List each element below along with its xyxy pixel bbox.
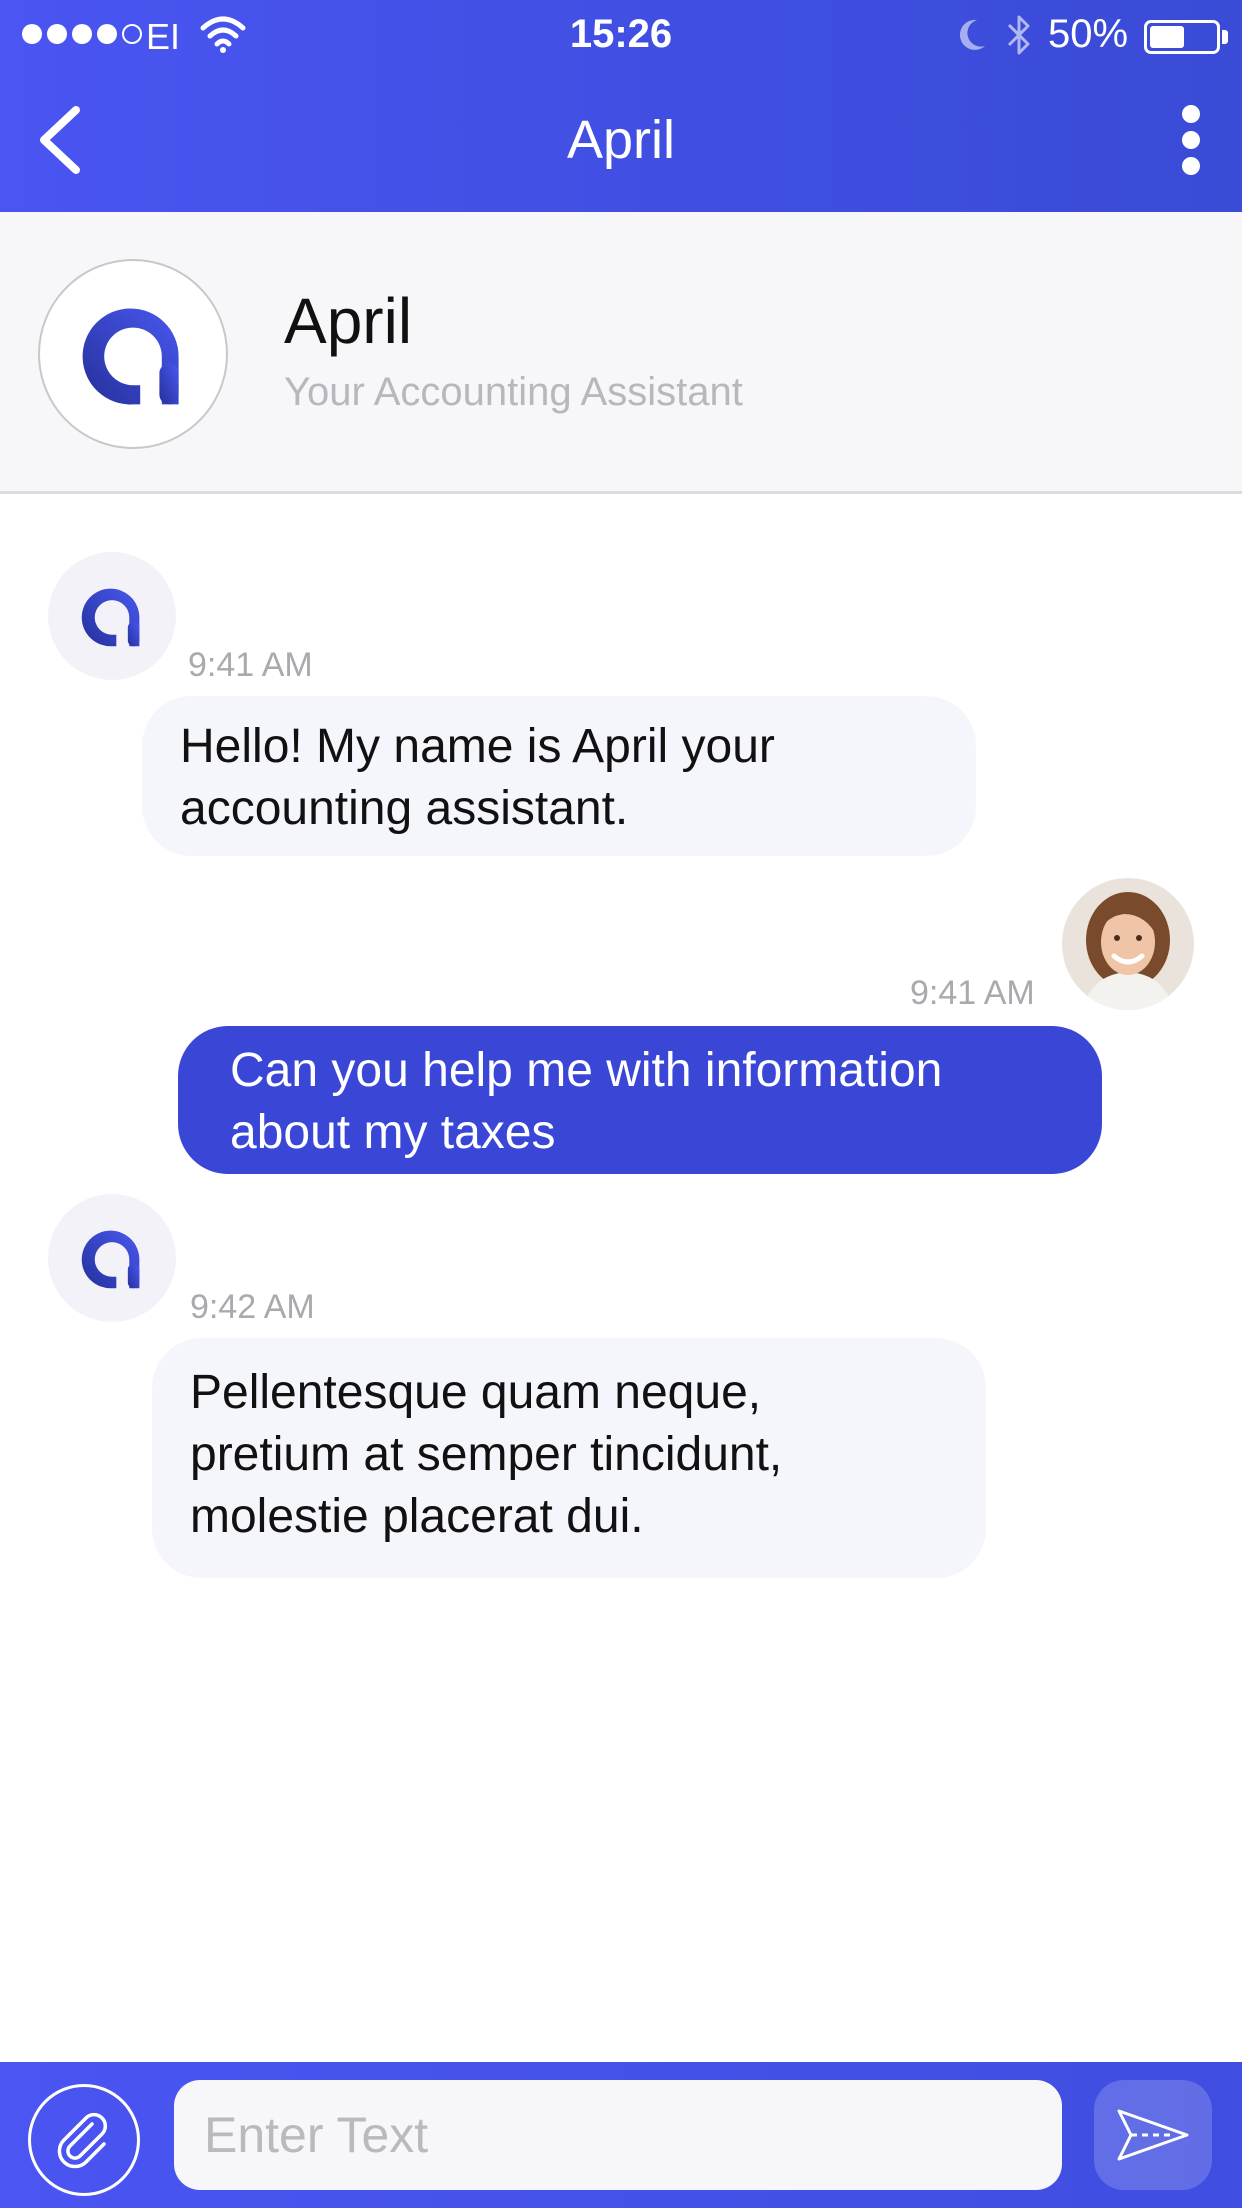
contact-profile: April Your Accounting Assistant [0,212,1242,494]
message-line: accounting assistant. [180,782,629,835]
paperclip-icon [57,2112,108,2169]
april-avatar [38,259,228,449]
send-icon [1117,2109,1189,2161]
incoming-message-bubble[interactable]: Hello! My name is April your accounting … [142,696,976,856]
april-logo-icon [81,588,140,647]
battery-tip [1222,30,1228,44]
more-options-button[interactable] [1164,100,1218,180]
message-time: 9:41 AM [188,646,313,684]
vertical-ellipsis-icon [1182,105,1200,175]
message-time: 9:41 AM [910,974,1035,1012]
app-header: EI 15:26 50% April [0,0,1242,212]
april-logo-icon [82,308,179,405]
message-time: 9:42 AM [190,1288,315,1326]
outgoing-message-bubble[interactable]: Can you help me with information about m… [178,1026,1102,1174]
send-button[interactable] [1094,2080,1212,2190]
user-avatar [1062,878,1194,1010]
message-line: Can you help me with information [230,1044,943,1097]
nav-title: April [566,110,676,170]
bot-avatar [48,552,176,680]
april-logo-icon [81,1230,140,1289]
contact-subtitle: Your Accounting Assistant [284,370,743,414]
incoming-message-bubble[interactable]: Pellentesque quam neque, pretium at semp… [152,1338,986,1578]
message-line: Pellentesque quam neque, [190,1366,762,1419]
moon-icon [959,19,985,50]
attach-button[interactable] [28,2084,140,2196]
message-text-input[interactable] [174,2080,1062,2190]
status-bar: EI 15:26 50% [0,0,1242,70]
message-line: Hello! My name is April your [180,720,775,773]
battery-icon [1144,20,1220,54]
message-input-bar [0,2062,1242,2208]
battery-percent: 50% [1048,12,1129,56]
bot-avatar [48,1194,176,1322]
contact-name: April [284,285,413,357]
message-line: pretium at semper tincidunt, [190,1428,783,1481]
user-photo [1062,878,1194,1010]
message-line: molestie placerat dui. [190,1490,644,1543]
bluetooth-icon [1007,15,1030,55]
message-line: about my taxes [230,1106,556,1159]
